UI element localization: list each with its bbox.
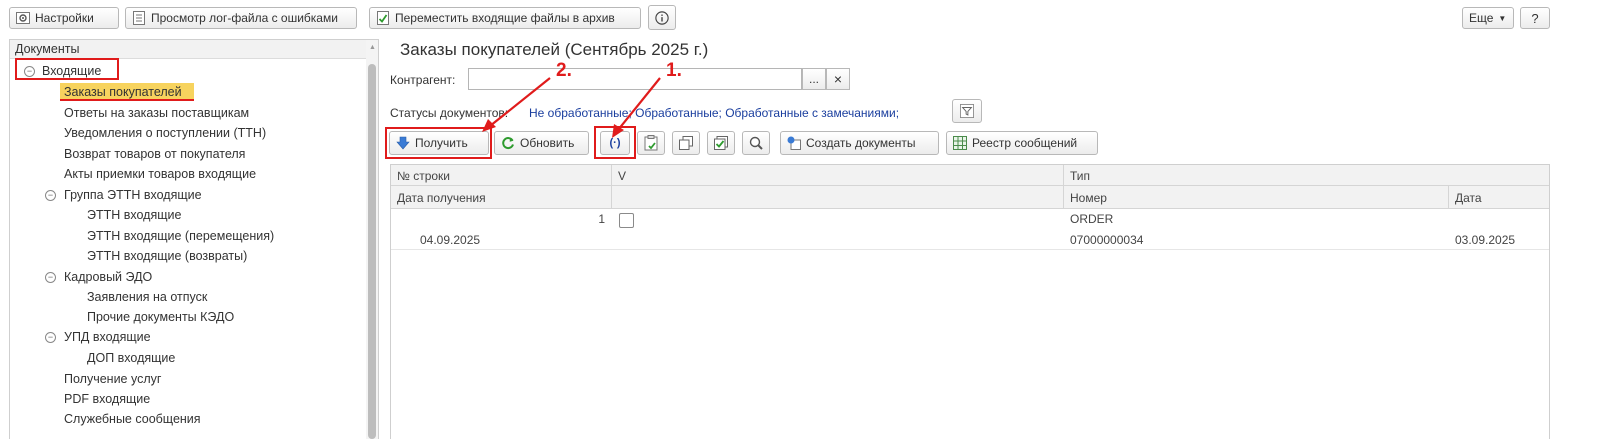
row-number: 1	[598, 212, 605, 226]
row-number-value: 07000000034	[1070, 233, 1144, 247]
column-header-received[interactable]: Дата получения	[397, 191, 486, 205]
column-header-type[interactable]: Тип	[1070, 169, 1090, 183]
annotation-label-one: 1.	[666, 60, 682, 81]
column-header-v[interactable]: V	[618, 169, 626, 183]
column-divider	[1448, 186, 1449, 208]
table-header-row-1	[391, 165, 1549, 186]
row-type: ORDER	[1070, 212, 1114, 226]
column-divider	[611, 165, 612, 208]
column-header-number[interactable]: Номер	[1070, 191, 1107, 205]
row-checkbox[interactable]	[619, 213, 634, 228]
row-date: 03.09.2025	[1455, 233, 1516, 247]
row-received-date: 04.09.2025	[420, 233, 481, 247]
column-header-date[interactable]: Дата	[1455, 191, 1482, 205]
column-divider	[1063, 165, 1064, 208]
column-header-row-no[interactable]: № строки	[397, 169, 450, 183]
table-header-row-2	[391, 186, 1549, 209]
annotation-label-two: 2.	[556, 60, 572, 81]
